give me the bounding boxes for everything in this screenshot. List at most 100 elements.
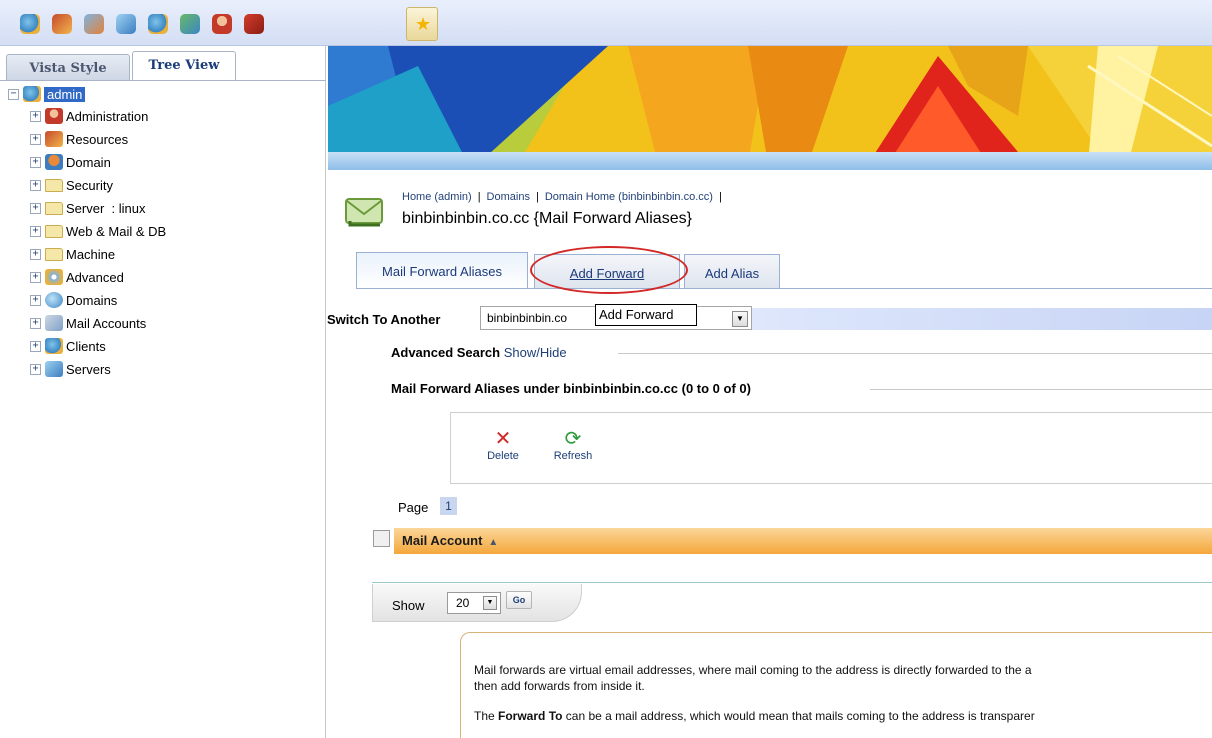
tree-item-resources[interactable]: + Resources [30,128,128,150]
toolbar-servers-button[interactable] [110,7,142,41]
table-bottom-border [372,582,1212,583]
toolbar-favorites-button[interactable]: ★ [406,7,438,41]
mail-envelope-icon [345,198,383,227]
switch-to-another-label: Switch To Another [327,312,441,327]
tree-item-label: Web & Mail & DB [66,223,167,239]
expand-icon[interactable]: + [30,363,41,375]
tree-item-server[interactable]: + Server : linux [30,197,145,219]
folder-icon [45,178,63,192]
tree-item-administration[interactable]: + Administration [30,105,148,127]
advanced-icon [45,269,63,285]
resources-icon [52,14,72,34]
tree-item-label: Security [66,177,113,193]
breadcrumb-domains-link[interactable]: Domains [487,191,530,203]
admin-icon [148,14,168,34]
expand-icon[interactable]: + [30,156,41,168]
breadcrumb-separator: | [477,191,481,203]
refresh-button[interactable]: ⟳ Refresh [548,428,598,462]
show-hide-link[interactable]: Show/Hide [504,345,567,360]
collapse-icon[interactable]: − [8,88,19,100]
toolbar-user-button[interactable] [206,7,238,41]
header-banner [328,46,1212,164]
tree-item-web-mail-db[interactable]: + Web & Mail & DB [30,220,166,242]
toolbar-resources-button[interactable] [46,7,78,41]
tab-add-alias[interactable]: Add Alias [684,254,780,288]
page-label: Page [398,500,429,515]
tooltip-add-forward: Add Forward [595,304,697,326]
expand-icon[interactable]: + [30,248,41,260]
tree-item-servers[interactable]: + Servers [30,358,111,380]
logout-icon [244,14,264,34]
breadcrumb-domain-home-link[interactable]: Domain Home (binbinbinbin.co.cc) [545,191,713,203]
tree-item-label: Domains [66,292,118,308]
expand-icon[interactable]: + [30,179,41,191]
breadcrumb-home-link[interactable]: Home (admin) [402,191,472,203]
toolbar-mail-button[interactable] [78,7,110,41]
clients-icon [45,338,63,354]
tree-item-machine[interactable]: + Machine [30,243,115,265]
help-text: then add forwards from inside it. [474,679,645,693]
toolbar-logout-button[interactable] [238,7,270,41]
tree-item-advanced[interactable]: + Advanced [30,266,124,288]
expand-icon[interactable]: + [30,133,41,145]
tree-item-security[interactable]: + Security [30,174,113,196]
admin-icon [23,86,41,102]
breadcrumb: Home (admin) | Domains | Domain Home (binbin… [402,191,728,203]
tree-item-label: Administration [66,108,149,124]
delete-label: Delete [487,450,519,462]
expand-icon[interactable]: + [30,294,41,306]
domains-globe-icon [45,292,63,308]
expand-icon[interactable]: + [30,271,41,283]
page-number-link[interactable]: 1 [440,497,457,515]
resources-icon [45,131,63,147]
folder-icon [45,247,63,261]
tree-item-label: Servers [66,361,111,377]
tree-item-clients[interactable]: + Clients [30,335,106,357]
tabs-baseline [356,288,1212,289]
tree-item-mail-accounts[interactable]: + Mail Accounts [30,312,146,334]
tree-root-admin[interactable]: − admin [8,83,86,105]
toolbar-clients-button[interactable] [14,7,46,41]
mail-icon [84,14,104,34]
tab-vista-style[interactable]: Vista Style [6,54,130,81]
favorite-star-icon: ★ [415,14,432,34]
user-icon [212,14,232,34]
tree-item-label: Server : linux [66,200,146,216]
tree-item-label: Machine [66,246,116,262]
chevron-down-icon[interactable]: ▼ [483,596,497,610]
web-icon [180,14,200,34]
refresh-icon: ⟳ [564,428,582,450]
tab-tree-view[interactable]: Tree View [132,51,236,81]
help-paragraph-1: Mail forwards are virtual email addresse… [474,662,1212,694]
tree-item-domains[interactable]: + Domains [30,289,117,311]
delete-button[interactable]: ✕ Delete [478,428,528,462]
column-header-mail-account[interactable]: Mail Account ▲ [394,528,1212,554]
domain-icon [45,154,63,170]
folder-icon [45,224,63,238]
tab-mail-forward-aliases[interactable]: Mail Forward Aliases [356,252,528,288]
help-text: Mail forwards are virtual email addresse… [474,663,1032,677]
help-text: can be a mail address, which would mean … [562,709,1035,723]
folder-icon [45,201,63,215]
expand-icon[interactable]: + [30,202,41,214]
select-all-checkbox[interactable] [373,530,390,547]
servers-icon [116,14,136,34]
list-title: Mail Forward Aliases under binbinbinbin.… [391,381,751,396]
servers-icon [45,361,63,377]
toolbar-web-button[interactable] [174,7,206,41]
chevron-down-icon[interactable]: ▼ [732,311,748,327]
mail-accounts-icon [45,315,63,331]
feather-banner-image [328,46,1212,164]
advanced-search-label: Advanced Search [391,345,501,360]
toolbar-admin-button[interactable] [142,7,174,41]
tree-item-domain[interactable]: + Domain [30,151,111,173]
expand-icon[interactable]: + [30,110,41,122]
tree-item-label: Mail Accounts [66,315,147,331]
refresh-label: Refresh [553,450,593,462]
expand-icon[interactable]: + [30,317,41,329]
expand-icon[interactable]: + [30,225,41,237]
go-button[interactable]: Go [506,591,532,609]
help-paragraph-2: The Forward To can be a mail address, wh… [474,708,1212,724]
expand-icon[interactable]: + [30,340,41,352]
delete-x-icon: ✕ [494,428,512,450]
